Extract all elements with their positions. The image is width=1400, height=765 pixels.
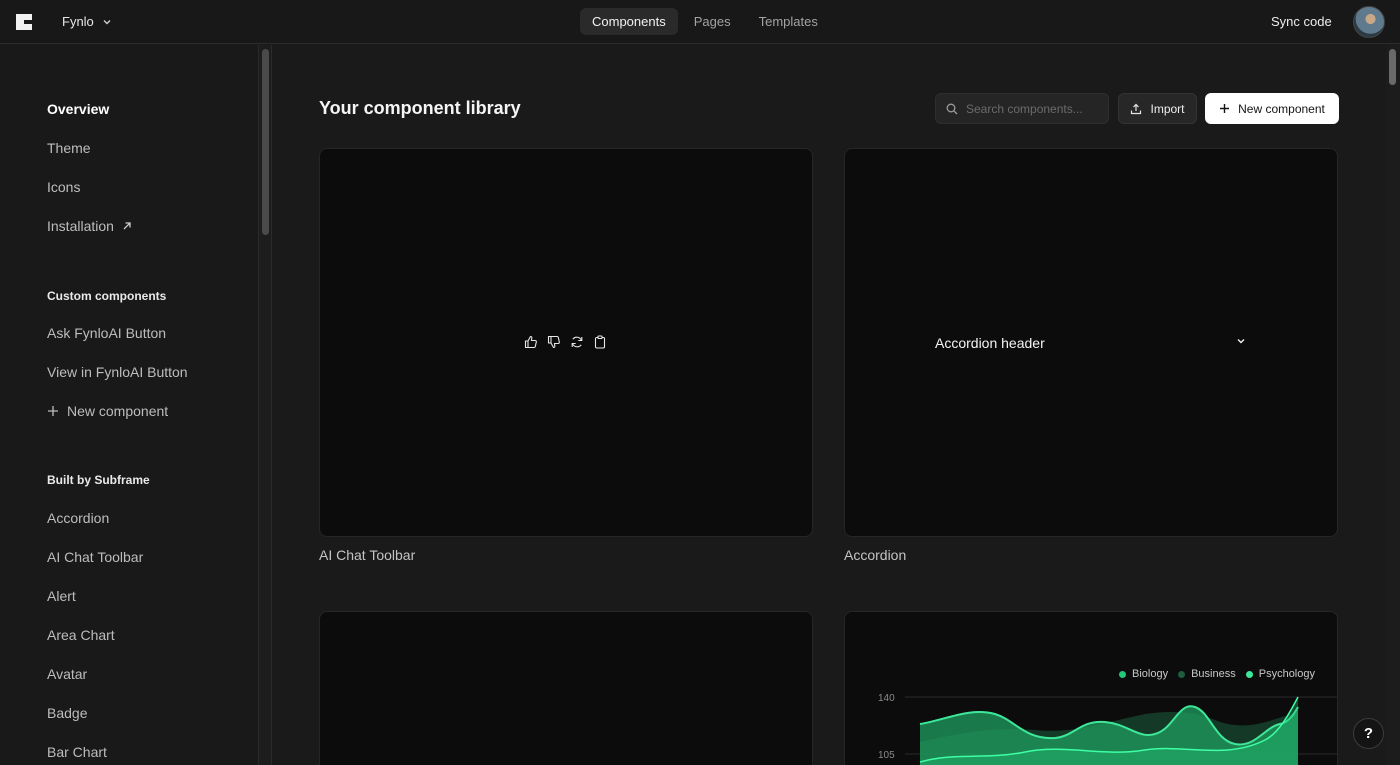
- sidebar-item-view-in-fynloai-button[interactable]: View in FynloAI Button: [47, 364, 188, 380]
- import-button[interactable]: Import: [1118, 93, 1197, 124]
- plus-icon: [48, 406, 58, 416]
- tab-pages[interactable]: Pages: [682, 8, 743, 35]
- page-title: Your component library: [319, 98, 521, 118]
- sidebar-item-ai-chat-toolbar[interactable]: AI Chat Toolbar: [47, 549, 143, 565]
- new-component-label: New component: [1238, 101, 1325, 116]
- sidebar-item-badge[interactable]: Badge: [47, 705, 87, 721]
- sidebar-item-label: Accordion: [47, 510, 110, 526]
- workspace-name: Fynlo: [62, 14, 94, 29]
- area-chart: 140 105: [878, 693, 1337, 765]
- main-content: Your component library Import New compon…: [272, 45, 1386, 765]
- main-scrollbar-thumb[interactable]: [1389, 49, 1396, 85]
- sidebar-item-accordion[interactable]: Accordion: [47, 510, 109, 526]
- plus-icon: [1220, 104, 1230, 113]
- sidebar-item-installation[interactable]: Installation: [47, 218, 132, 234]
- sidebar-item-avatar[interactable]: Avatar: [47, 666, 87, 682]
- accordion-header-text[interactable]: Accordion header: [935, 335, 1045, 351]
- sidebar-item-label: Theme: [47, 140, 91, 156]
- sidebar-item-area-chart[interactable]: Area Chart: [47, 627, 115, 643]
- sidebar-item-label: Overview: [47, 101, 110, 117]
- workspace-switcher[interactable]: Fynlo: [62, 14, 112, 29]
- search-box[interactable]: [935, 93, 1109, 124]
- sidebar-item-label: AI Chat Toolbar: [47, 549, 144, 565]
- sidebar-item-bar-chart[interactable]: Bar Chart: [47, 744, 107, 760]
- top-bar: Fynlo Components Pages Templates Sync co…: [0, 0, 1400, 44]
- clipboard-icon[interactable]: [593, 335, 607, 349]
- sidebar: Overview Theme Icons Installation Custom…: [0, 45, 258, 765]
- sidebar-item-label: Bar Chart: [47, 744, 107, 760]
- import-label: Import: [1150, 101, 1185, 116]
- refresh-icon[interactable]: [570, 335, 584, 349]
- user-avatar[interactable]: [1353, 6, 1385, 38]
- sidebar-item-ask-fynloai-button[interactable]: Ask FynloAI Button: [47, 325, 166, 341]
- thumbs-down-icon[interactable]: [547, 335, 561, 349]
- sidebar-item-label: Avatar: [47, 666, 88, 682]
- new-component-button[interactable]: New component: [1205, 93, 1339, 124]
- sidebar-scrollbar-thumb[interactable]: [262, 49, 269, 235]
- sidebar-scrollbar[interactable]: [258, 45, 272, 765]
- upload-icon: [1131, 103, 1142, 114]
- sidebar-item-icons[interactable]: Icons: [47, 179, 80, 195]
- sidebar-item-new-component[interactable]: New component: [47, 403, 168, 419]
- ai-chat-toolbar-preview: [524, 335, 607, 349]
- sidebar-item-label: Icons: [47, 179, 81, 195]
- component-card[interactable]: [319, 611, 813, 765]
- chevron-down-icon[interactable]: [1235, 335, 1247, 347]
- sidebar-item-label: Area Chart: [47, 627, 115, 643]
- sidebar-item-alert[interactable]: Alert: [47, 588, 76, 604]
- sync-code-button[interactable]: Sync code: [1271, 14, 1332, 29]
- component-card-accordion[interactable]: Accordion header: [844, 148, 1338, 537]
- app-logo-icon[interactable]: [14, 12, 36, 32]
- external-link-icon: [123, 222, 131, 230]
- search-input[interactable]: [966, 101, 1096, 116]
- sidebar-item-label: Ask FynloAI Button: [47, 325, 167, 341]
- y-tick-label: 105: [878, 750, 895, 761]
- sidebar-item-label: New component: [67, 403, 169, 419]
- nav-tabs: Components Pages Templates: [580, 8, 830, 35]
- help-button[interactable]: ?: [1353, 718, 1384, 749]
- main-scrollbar[interactable]: [1386, 45, 1400, 765]
- component-card-label: Accordion: [844, 547, 907, 563]
- component-card-label: AI Chat Toolbar: [319, 547, 416, 563]
- tab-templates[interactable]: Templates: [747, 8, 830, 35]
- component-card-area-chart[interactable]: Biology Business Psychology 140 105: [844, 611, 1338, 765]
- search-icon: [946, 103, 958, 114]
- component-card-ai-chat-toolbar[interactable]: [319, 148, 813, 537]
- y-tick-label: 140: [878, 693, 895, 704]
- chevron-down-icon: [103, 19, 111, 24]
- sidebar-item-label: View in FynloAI Button: [47, 364, 188, 380]
- built-by-subframe-heading: Built by Subframe: [47, 473, 150, 487]
- thumbs-up-icon[interactable]: [524, 335, 538, 349]
- sidebar-item-label: Alert: [47, 588, 76, 604]
- sidebar-item-label: Installation: [47, 218, 114, 234]
- custom-components-heading: Custom components: [47, 289, 167, 303]
- sidebar-item-overview[interactable]: Overview: [47, 101, 109, 117]
- sidebar-item-label: Badge: [47, 705, 88, 721]
- sidebar-item-theme[interactable]: Theme: [47, 140, 91, 156]
- tab-components[interactable]: Components: [580, 8, 678, 35]
